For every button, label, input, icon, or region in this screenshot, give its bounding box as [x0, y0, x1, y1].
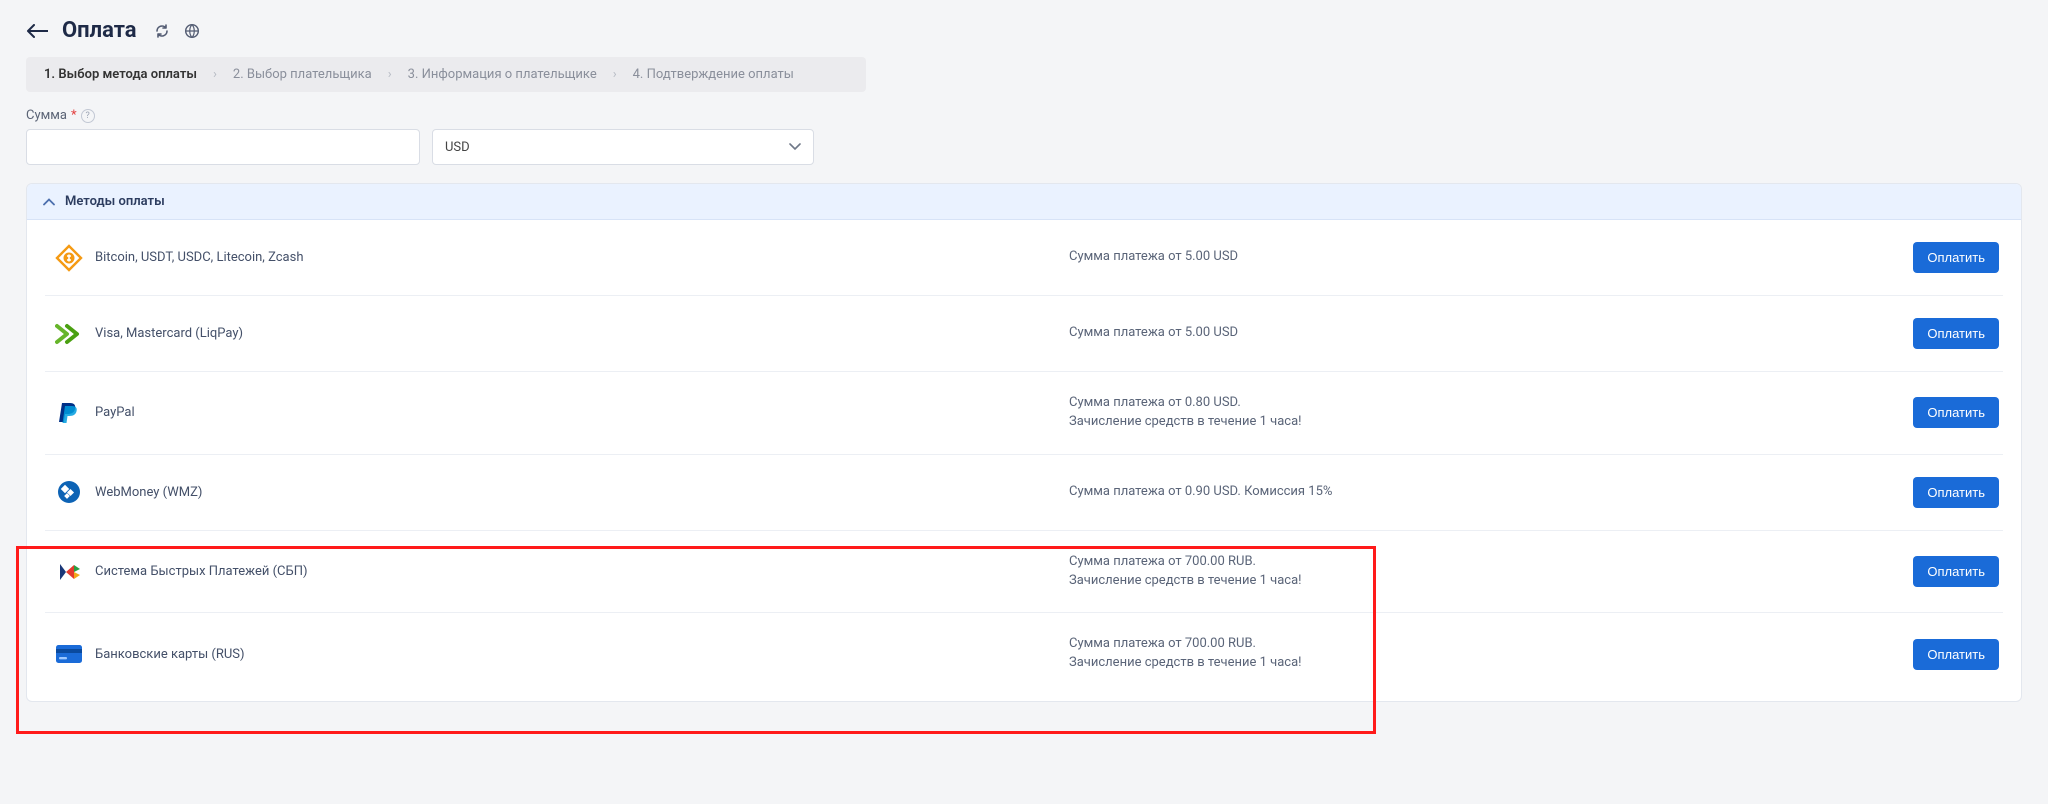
step-2[interactable]: 2. Выбор плательщика [233, 67, 372, 82]
payment-methods-list: Bitcoin, USDT, USDC, Litecoin, Zcash Сум… [27, 220, 2021, 701]
payment-method-row: Visa, Mastercard (LiqPay) Сумма платежа … [45, 296, 2003, 372]
method-desc: Сумма платежа от 0.80 USD.Зачисление сре… [1069, 394, 1879, 432]
panel-title: Методы оплаты [65, 194, 165, 209]
pay-button[interactable]: Оплатить [1913, 397, 1999, 428]
method-desc: Сумма платежа от 5.00 USD [1069, 248, 1879, 267]
currency-value: USD [445, 140, 470, 155]
pay-button[interactable]: Оплатить [1913, 639, 1999, 670]
panel-header[interactable]: Методы оплаты [27, 184, 2021, 220]
pay-button[interactable]: Оплатить [1913, 477, 1999, 508]
payment-method-row: Система Быстрых Платежей (СБП) Сумма пла… [45, 531, 2003, 614]
payment-method-row: Bitcoin, USDT, USDC, Litecoin, Zcash Сум… [45, 220, 2003, 296]
chevron-right-icon: › [213, 67, 217, 82]
globe-icon[interactable] [181, 20, 203, 42]
amount-section: Сумма * ? USD [26, 108, 2022, 165]
method-desc: Сумма платежа от 700.00 RUB.Зачисление с… [1069, 553, 1879, 591]
method-desc: Сумма платежа от 700.00 RUB.Зачисление с… [1069, 635, 1879, 673]
method-desc: Сумма платежа от 5.00 USD [1069, 324, 1879, 343]
paypal-icon [49, 400, 89, 426]
chevron-right-icon: › [613, 67, 617, 82]
amount-input[interactable] [26, 129, 420, 165]
refresh-icon[interactable] [151, 20, 173, 42]
card-liqpay-icon [49, 323, 89, 345]
method-name: Банковские карты (RUS) [89, 647, 1069, 662]
method-name: Система Быстрых Платежей (СБП) [89, 564, 1069, 579]
page: Оплата 1. Выбор метода оплаты › 2. Выбор… [26, 18, 2022, 702]
header-action-icons [151, 20, 203, 42]
required-asterisk: * [71, 108, 77, 123]
pay-button[interactable]: Оплатить [1913, 318, 1999, 349]
chevron-up-icon [43, 198, 55, 206]
amount-label: Сумма * ? [26, 108, 2022, 123]
crypto-icon [49, 244, 89, 272]
method-name: Visa, Mastercard (LiqPay) [89, 326, 1069, 341]
back-arrow-icon[interactable] [26, 20, 48, 42]
sbp-icon [49, 559, 89, 585]
webmoney-icon [49, 479, 89, 505]
step-4[interactable]: 4. Подтверждение оплаты [633, 67, 794, 82]
payment-method-row: Банковские карты (RUS) Сумма платежа от … [45, 613, 2003, 695]
pay-button[interactable]: Оплатить [1913, 556, 1999, 587]
method-desc: Сумма платежа от 0.90 USD. Комиссия 15% [1069, 483, 1879, 502]
step-1[interactable]: 1. Выбор метода оплаты [44, 67, 197, 82]
payment-method-row: WebMoney (WMZ) Сумма платежа от 0.90 USD… [45, 455, 2003, 531]
page-title: Оплата [62, 18, 137, 43]
step-3[interactable]: 3. Информация о плательщике [408, 67, 597, 82]
bankcard-rus-icon [49, 644, 89, 664]
amount-label-text: Сумма [26, 108, 67, 123]
help-icon[interactable]: ? [81, 109, 95, 123]
steps-breadcrumb: 1. Выбор метода оплаты › 2. Выбор плател… [26, 57, 866, 92]
method-name: Bitcoin, USDT, USDC, Litecoin, Zcash [89, 250, 1069, 265]
payment-method-row: PayPal Сумма платежа от 0.80 USD.Зачисле… [45, 372, 2003, 455]
payment-methods-panel: Методы оплаты Bitcoin, USDT, USDC, Litec… [26, 183, 2022, 702]
pay-button[interactable]: Оплатить [1913, 242, 1999, 273]
chevron-right-icon: › [388, 67, 392, 82]
method-name: WebMoney (WMZ) [89, 485, 1069, 500]
chevron-down-icon [789, 143, 801, 151]
page-header: Оплата [26, 18, 2022, 43]
currency-select[interactable]: USD [432, 129, 814, 165]
method-name: PayPal [89, 405, 1069, 420]
